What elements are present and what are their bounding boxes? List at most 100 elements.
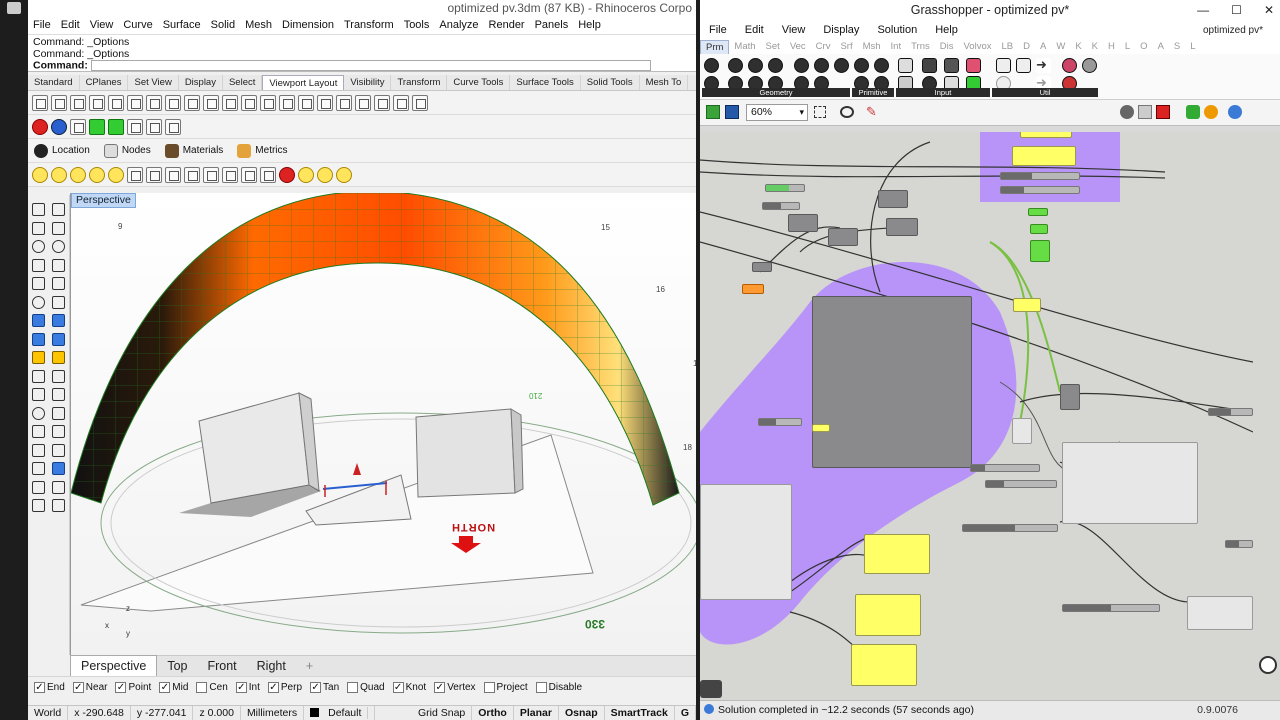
- menu-tools[interactable]: Tools: [399, 17, 435, 34]
- offset-icon[interactable]: [30, 294, 46, 310]
- save-icon[interactable]: [725, 105, 739, 119]
- menu-solid[interactable]: Solid: [206, 17, 240, 34]
- gh-panel[interactable]: [1020, 132, 1072, 138]
- fitness-icon[interactable]: [1062, 58, 1077, 73]
- light-bulb-icon[interactable]: [51, 166, 67, 183]
- checkbox[interactable]: ✓: [310, 682, 322, 693]
- gh-tab[interactable]: Crv: [811, 40, 836, 54]
- osnap-int[interactable]: ✓ Int: [235, 682, 260, 693]
- gh-document-name[interactable]: optimized pv*: [1194, 21, 1272, 40]
- osnap-knot[interactable]: ✓ Knot: [392, 682, 426, 693]
- status-osnap[interactable]: Osnap: [559, 706, 605, 720]
- osnap-mid[interactable]: ✓ Mid: [159, 682, 188, 693]
- gh-tab[interactable]: Int: [886, 40, 907, 54]
- gh-tab[interactable]: O: [1135, 40, 1152, 54]
- viewport-icon[interactable]: [203, 94, 219, 111]
- viewport-tab-front[interactable]: Front: [197, 656, 246, 676]
- gh-slider[interactable]: [1000, 172, 1080, 180]
- text-icon[interactable]: [30, 275, 46, 291]
- osnap-disable[interactable]: Disable: [535, 682, 582, 693]
- viewport-tab-add[interactable]: +: [296, 656, 323, 676]
- data-dam-icon[interactable]: [1016, 58, 1031, 73]
- gh-tab[interactable]: S: [1169, 40, 1185, 54]
- gradient-icon[interactable]: [966, 58, 981, 73]
- gh-tab[interactable]: Trns: [906, 40, 935, 54]
- rotate-icon[interactable]: [30, 368, 46, 384]
- transform-icon[interactable]: [30, 349, 46, 365]
- bake-icon[interactable]: [1186, 105, 1200, 119]
- lock-icon[interactable]: [203, 166, 219, 183]
- gh-component[interactable]: [828, 228, 858, 246]
- viewport-icon[interactable]: [146, 94, 162, 111]
- checkbox[interactable]: ✓: [115, 682, 127, 693]
- gh-panel[interactable]: [1012, 146, 1076, 166]
- gh-menu-help[interactable]: Help: [926, 21, 967, 40]
- osnap-project[interactable]: Project: [483, 682, 528, 693]
- gh-slider[interactable]: [1000, 186, 1080, 194]
- gh-component[interactable]: [1030, 224, 1048, 234]
- viewport-tab-top[interactable]: Top: [157, 656, 197, 676]
- tab-curve-tools[interactable]: Curve Tools: [447, 75, 511, 90]
- viewport-icon[interactable]: [108, 94, 124, 111]
- material-sphere-icon[interactable]: [51, 118, 67, 135]
- osnap-tan[interactable]: ✓ Tan: [310, 682, 339, 693]
- drafting-icon[interactable]: [50, 497, 66, 513]
- panel-nodes[interactable]: Nodes: [103, 143, 151, 158]
- status-ortho[interactable]: Ortho: [472, 706, 514, 720]
- gh-tab[interactable]: K: [1087, 40, 1103, 54]
- tab-solid-tools[interactable]: Solid Tools: [581, 75, 640, 90]
- checkbox[interactable]: ✓: [392, 682, 404, 693]
- camera-icon[interactable]: [146, 118, 162, 135]
- gh-component[interactable]: [886, 218, 918, 236]
- explode-icon[interactable]: [50, 405, 66, 421]
- gh-tab[interactable]: Volvox: [959, 40, 997, 54]
- gh-panel[interactable]: [855, 594, 921, 636]
- sketch-icon[interactable]: ✎: [866, 105, 878, 119]
- menu-analyze[interactable]: Analyze: [434, 17, 483, 34]
- viewport-icon[interactable]: [32, 94, 48, 111]
- viewport-icon[interactable]: [393, 94, 409, 111]
- param-icon[interactable]: [834, 58, 849, 73]
- status-gumball[interactable]: G: [675, 706, 696, 720]
- osnap-end[interactable]: ✓ End: [34, 682, 65, 693]
- split-icon[interactable]: [50, 386, 66, 402]
- menu-mesh[interactable]: Mesh: [240, 17, 277, 34]
- viewport-icon[interactable]: [184, 94, 200, 111]
- ground-plane-icon[interactable]: [108, 118, 124, 135]
- polygon-icon[interactable]: [50, 257, 66, 273]
- open-file-icon[interactable]: [706, 105, 720, 119]
- surface-icon[interactable]: [50, 294, 66, 310]
- osnap-vertex[interactable]: ✓ Vertex: [434, 682, 476, 693]
- osnap-near[interactable]: ✓ Near: [72, 682, 107, 693]
- preview-shaded-icon[interactable]: [1156, 105, 1170, 119]
- lock-icon[interactable]: [184, 166, 200, 183]
- viewport-icon[interactable]: [412, 94, 428, 111]
- fillet-icon[interactable]: [50, 275, 66, 291]
- boolean-icon[interactable]: [854, 58, 869, 73]
- param-icon[interactable]: [748, 58, 763, 73]
- gh-component[interactable]: [788, 214, 818, 232]
- minimize-icon[interactable]: —: [1197, 0, 1209, 21]
- gh-slider[interactable]: [1062, 604, 1160, 612]
- button-icon[interactable]: [944, 58, 959, 73]
- tab-select[interactable]: Select: [223, 75, 263, 90]
- tab-mesh-tools[interactable]: Mesh To: [640, 75, 689, 90]
- polyline-icon[interactable]: [30, 220, 46, 236]
- viewport-tab-perspective[interactable]: Perspective: [70, 655, 158, 676]
- gh-component[interactable]: [742, 284, 764, 294]
- gh-tab[interactable]: L: [1185, 40, 1200, 54]
- menu-surface[interactable]: Surface: [158, 17, 206, 34]
- gh-tab[interactable]: Math: [729, 40, 760, 54]
- gh-component[interactable]: [1062, 442, 1198, 524]
- light-bulb-icon[interactable]: [336, 166, 352, 183]
- perspective-viewport[interactable]: Perspective 9 15 16 18 210 NORTH 330 x y…: [70, 193, 696, 655]
- light-bulb-icon[interactable]: [89, 166, 105, 183]
- gh-tab[interactable]: W: [1051, 40, 1070, 54]
- preview-mode-icon[interactable]: [1120, 105, 1134, 119]
- gh-large-component[interactable]: [812, 296, 972, 468]
- gh-component[interactable]: [752, 262, 772, 272]
- panel-metrics[interactable]: Metrics: [237, 143, 288, 158]
- preview-wire-icon[interactable]: [1138, 105, 1152, 119]
- render-icon[interactable]: [32, 118, 48, 135]
- arc-icon[interactable]: [50, 238, 66, 254]
